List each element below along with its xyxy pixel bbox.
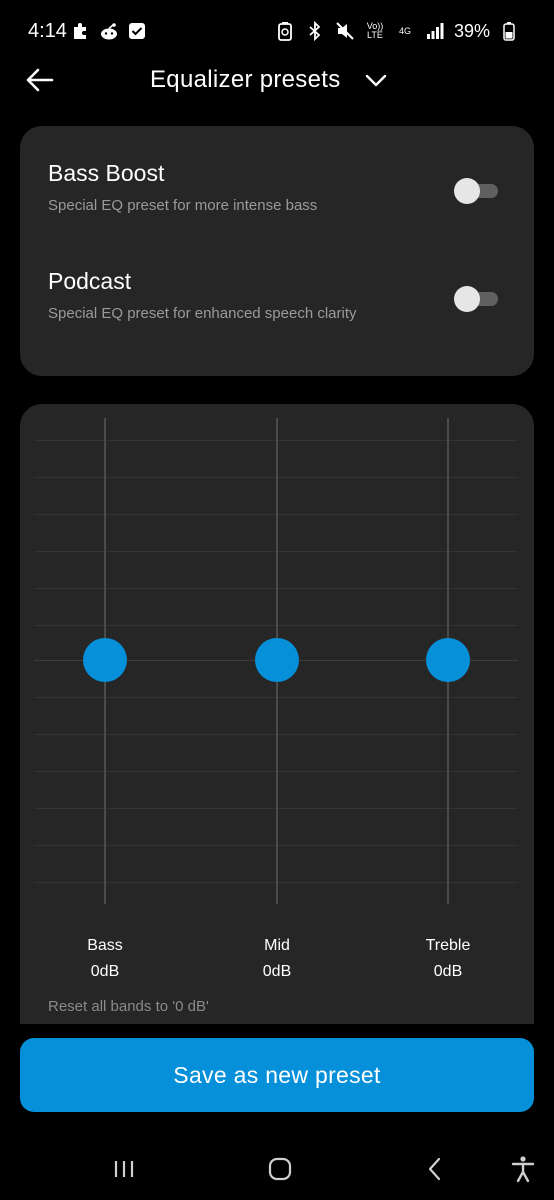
back-arrow-icon[interactable] <box>24 64 56 96</box>
toggle-knob <box>454 286 480 312</box>
signal-icon <box>424 20 446 42</box>
mute-icon <box>334 20 356 42</box>
bass-label: Bass <box>87 937 123 954</box>
treble-slider-thumb[interactable] <box>426 638 470 682</box>
podcast-toggle[interactable] <box>454 286 498 312</box>
chevron-down-icon[interactable] <box>364 70 388 90</box>
status-bar: 4:14 Vo)) LTE 4G 39% <box>0 0 554 64</box>
bass-slider-thumb[interactable] <box>83 638 127 682</box>
notification-icons <box>70 20 148 42</box>
page-title[interactable]: Equalizer presets <box>150 66 341 94</box>
toggle-knob <box>454 178 480 204</box>
preset-subtitle-bass-boost: Special EQ preset for more intense bass <box>48 197 318 214</box>
status-right: Vo)) LTE 4G 39% <box>274 20 520 42</box>
battery-percent: 39% <box>453 20 490 41</box>
reset-bands-link[interactable]: Reset all bands to '0 dB' <box>48 998 209 1015</box>
mid-label: Mid <box>264 937 290 954</box>
battery-icon <box>498 20 520 42</box>
checkbox-icon <box>126 20 148 42</box>
presets-card: Bass Boost Special EQ preset for more in… <box>20 126 534 376</box>
system-nav-bar <box>0 1140 554 1200</box>
preset-subtitle-podcast: Special EQ preset for enhanced speech cl… <box>48 305 357 322</box>
preset-title-podcast: Podcast <box>48 268 132 294</box>
volte-icon: Vo)) LTE <box>366 21 384 40</box>
mid-value: 0dB <box>262 963 292 980</box>
recent-apps-icon[interactable] <box>110 1154 140 1184</box>
preset-title-bass-boost: Bass Boost <box>48 160 165 186</box>
treble-value: 0dB <box>433 963 463 980</box>
app-header: Equalizer presets <box>0 56 554 104</box>
save-preset-button[interactable]: Save as new preset <box>20 1038 534 1112</box>
equalizer-card: Bass 0dB Mid 0dB Treble 0dB Reset all ba… <box>20 404 534 1024</box>
puzzle-icon <box>70 20 92 42</box>
bluetooth-icon <box>304 20 326 42</box>
back-icon[interactable] <box>420 1154 450 1184</box>
status-time: 4:14 <box>28 20 67 42</box>
bass-boost-toggle[interactable] <box>454 178 498 204</box>
mid-slider-thumb[interactable] <box>255 638 299 682</box>
home-icon[interactable] <box>265 1154 295 1184</box>
battery-saver-icon <box>274 20 296 42</box>
reddit-icon <box>98 20 120 42</box>
accessibility-icon[interactable] <box>508 1154 538 1184</box>
treble-label: Treble <box>425 937 471 954</box>
network-type-icon: 4G <box>398 25 411 36</box>
bass-value: 0dB <box>90 963 120 980</box>
